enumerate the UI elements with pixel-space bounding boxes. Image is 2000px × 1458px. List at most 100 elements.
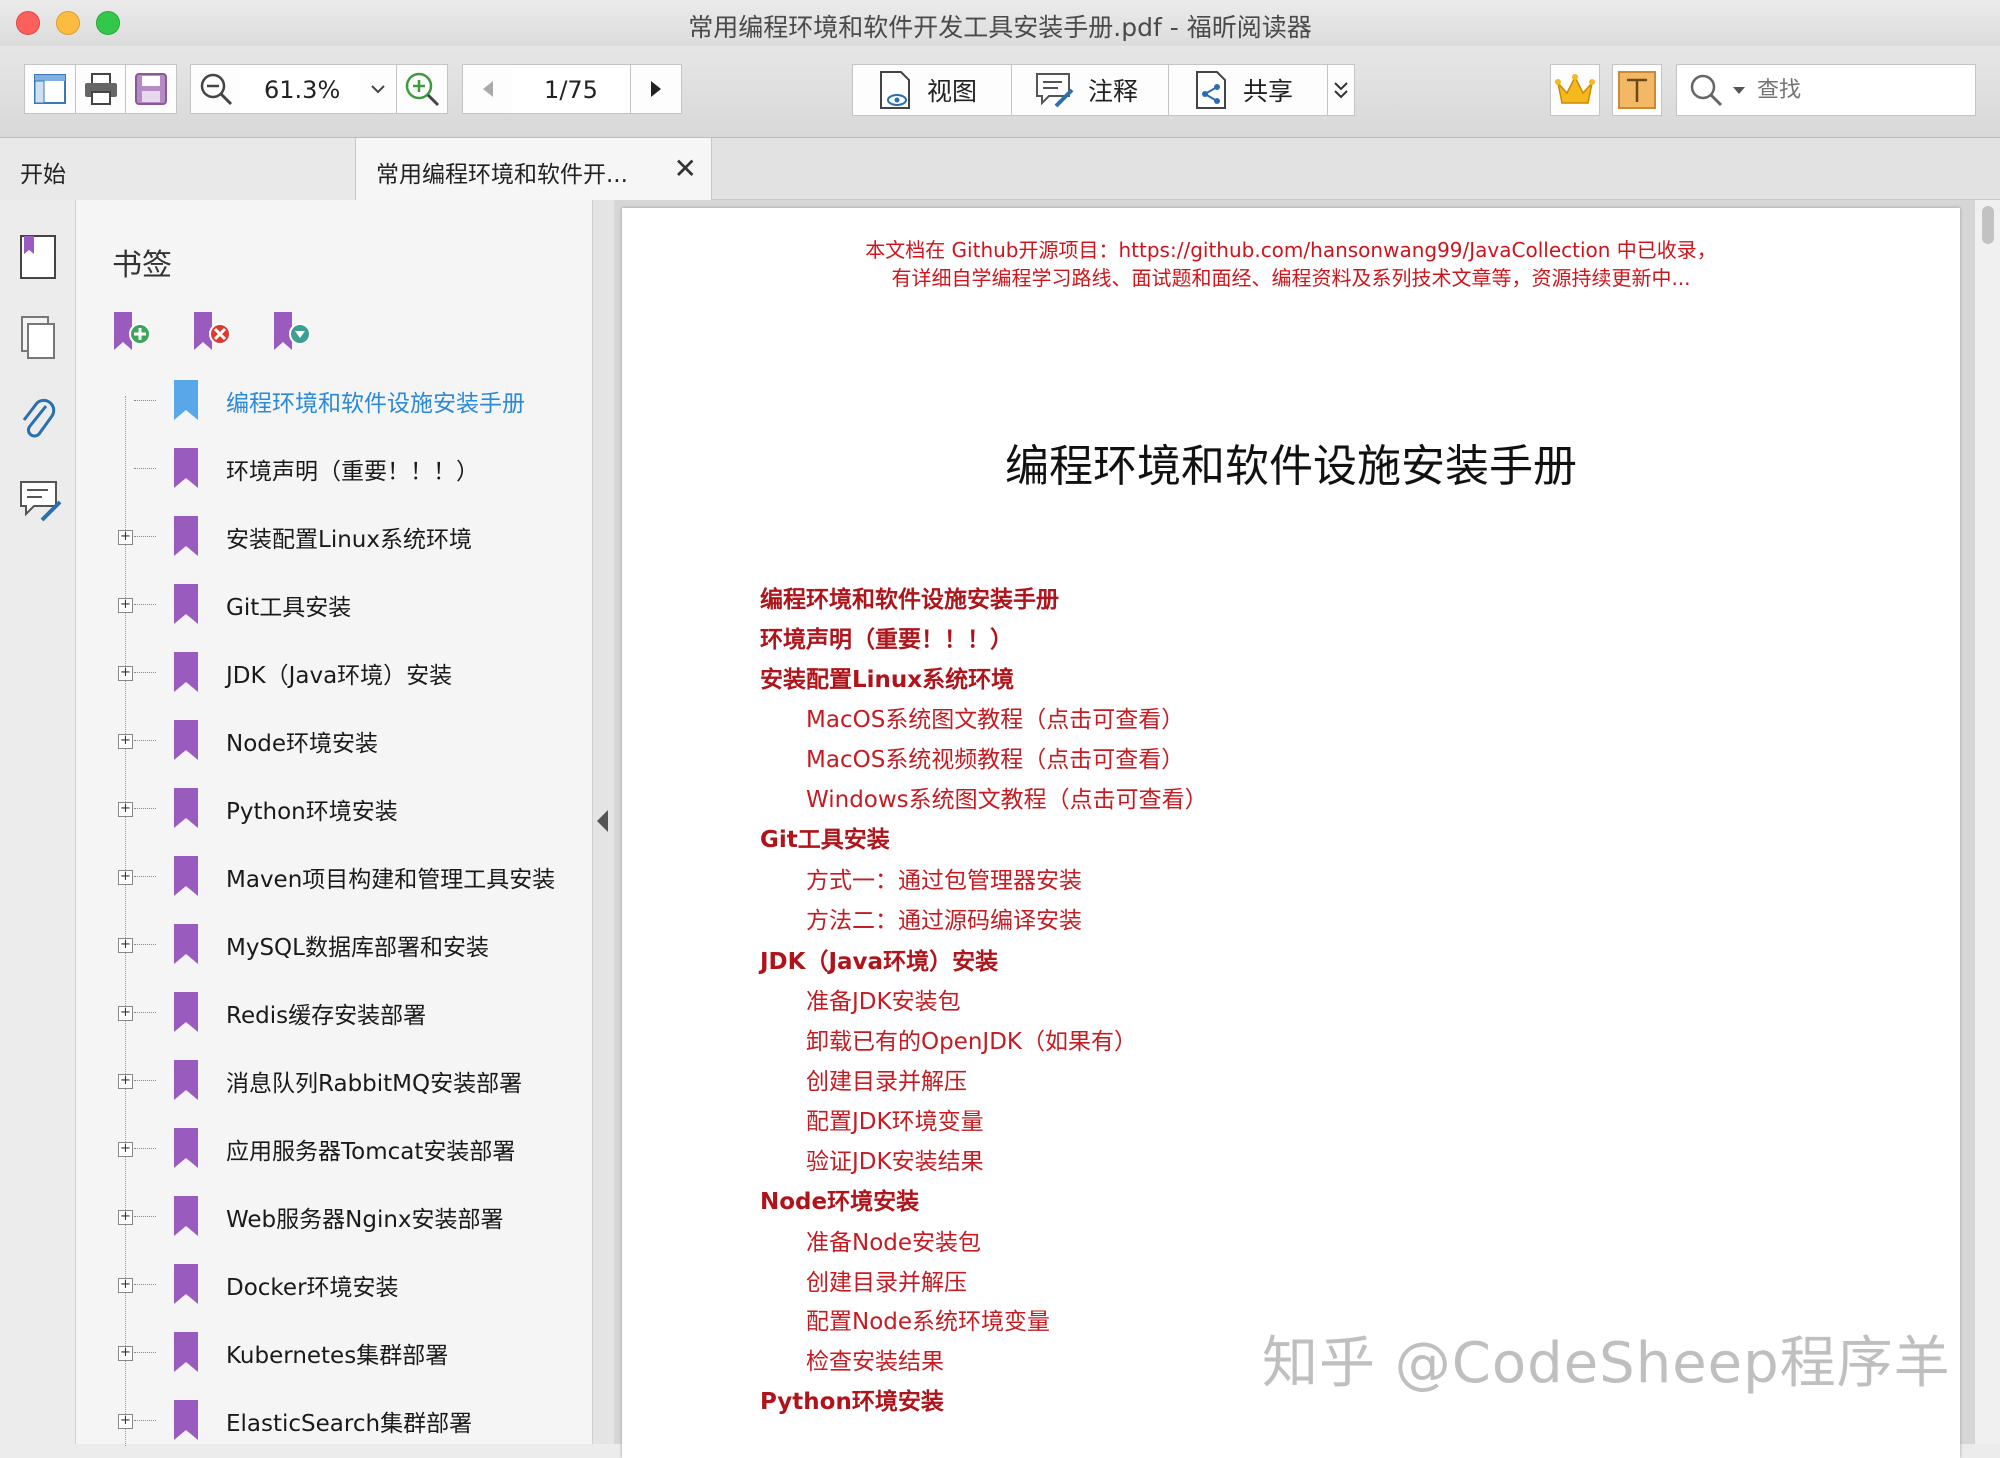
expand-node-button[interactable]: + [118, 938, 133, 953]
more-toolbar-button[interactable] [1327, 64, 1355, 116]
expand-node-button[interactable]: + [118, 1278, 133, 1293]
bookmark-item[interactable]: 编程环境和软件设施安装手册 [76, 366, 592, 434]
toc-link[interactable]: 创建目录并解压 [806, 1263, 967, 1297]
expand-node-button[interactable]: + [118, 870, 133, 885]
save-button[interactable] [125, 64, 177, 114]
bookmark-item[interactable]: 环境声明（重要！！！） [76, 434, 592, 502]
expand-node-button[interactable]: + [118, 1210, 133, 1225]
expand-node-button[interactable]: + [118, 734, 133, 749]
collapse-panel-icon[interactable] [597, 810, 608, 832]
comments-panel-button[interactable] [18, 478, 62, 534]
tab-start[interactable]: 开始 [0, 138, 356, 200]
expand-node-button[interactable]: + [118, 598, 133, 613]
bookmark-icon [174, 584, 198, 624]
expand-node-button[interactable]: + [118, 1142, 133, 1157]
add-bookmark-button[interactable] [112, 310, 156, 356]
toc-link[interactable]: MacOS系统视频教程（点击可查看） [806, 740, 1184, 774]
annotate-menu-button[interactable]: 注释 [1011, 64, 1169, 116]
tab-bar: 开始 常用编程环境和软件开... ✕ [0, 138, 2000, 200]
search-field[interactable] [1676, 64, 1976, 116]
window-title: 常用编程环境和软件开发工具安装手册.pdf - 福昕阅读器 [688, 13, 1312, 42]
panel-splitter[interactable] [592, 200, 614, 1444]
pdf-page: 本文档在 Github开源项目：https://github.com/hanso… [622, 208, 1960, 1458]
bookmark-item[interactable]: + Maven项目构建和管理工具安装 [76, 842, 592, 910]
toc-link[interactable]: MacOS系统图文教程（点击可查看） [806, 700, 1184, 734]
expand-node-button[interactable]: + [118, 1006, 133, 1021]
search-input[interactable] [1757, 77, 1937, 103]
toc-link[interactable]: 环境声明（重要！！！） [760, 620, 1013, 654]
bookmark-label: Web服务器Nginx安装部署 [226, 1207, 504, 1233]
expand-node-button[interactable]: + [118, 666, 133, 681]
layout-button[interactable] [24, 64, 76, 114]
bookmark-item[interactable]: + JDK（Java环境）安装 [76, 638, 592, 706]
toc-link[interactable]: 方式一：通过包管理器安装 [806, 861, 1082, 895]
next-page-button[interactable] [630, 64, 682, 114]
page-number-field[interactable]: 1/75 [512, 64, 630, 114]
bookmarks-panel-title: 书签 [112, 248, 172, 283]
toc-link[interactable]: 配置JDK环境变量 [806, 1102, 984, 1136]
bookmarks-panel-button[interactable] [18, 232, 62, 288]
toc-link[interactable]: Windows系统图文教程（点击可查看） [806, 780, 1208, 814]
bookmark-item[interactable]: + Docker环境安装 [76, 1250, 592, 1318]
zoom-in-button[interactable] [396, 64, 448, 114]
bookmark-item[interactable]: + Kubernetes集群部署 [76, 1318, 592, 1386]
bookmark-item[interactable]: + 安装配置Linux系统环境 [76, 502, 592, 570]
toc-link[interactable]: 准备Node安装包 [806, 1223, 981, 1257]
toc-link[interactable]: 创建目录并解压 [806, 1062, 967, 1096]
bookmark-item[interactable]: + 消息队列RabbitMQ安装部署 [76, 1046, 592, 1114]
bookmark-item[interactable]: + Redis缓存安装部署 [76, 978, 592, 1046]
previous-page-button[interactable] [462, 64, 514, 114]
expand-node-button[interactable]: + [118, 530, 133, 545]
toc-link[interactable]: Git工具安装 [760, 820, 890, 854]
expand-node-button[interactable]: + [118, 1346, 133, 1361]
bookmark-label: Node环境安装 [226, 731, 379, 757]
tab-document[interactable]: 常用编程环境和软件开... ✕ [356, 138, 712, 200]
zoom-out-button[interactable] [190, 64, 242, 114]
bookmark-item[interactable]: + Git工具安装 [76, 570, 592, 638]
close-tab-icon[interactable]: ✕ [674, 152, 697, 185]
share-menu-button[interactable]: 共享 [1168, 64, 1328, 116]
tree-connector [134, 1284, 156, 1285]
toc-link[interactable]: 方法二：通过源码编译安装 [806, 901, 1082, 935]
toc-link[interactable]: 安装配置Linux系统环境 [760, 660, 1014, 694]
bookmark-item[interactable]: + MySQL数据库部署和安装 [76, 910, 592, 978]
bookmark-item[interactable]: + Node环境安装 [76, 706, 592, 774]
bookmark-options-button[interactable] [272, 310, 316, 356]
bookmark-label: Python环境安装 [226, 799, 398, 825]
view-page-icon [880, 71, 910, 109]
attachments-panel-button[interactable] [18, 396, 62, 452]
crown-icon [1555, 74, 1595, 104]
expand-node-button[interactable]: + [118, 1074, 133, 1089]
expand-node-button[interactable]: + [118, 1414, 133, 1429]
expand-node-button[interactable]: + [118, 802, 133, 817]
bookmark-item[interactable]: + Python环境安装 [76, 774, 592, 842]
toc-link[interactable]: Python环境安装 [760, 1382, 944, 1416]
document-viewport[interactable]: 本文档在 Github开源项目：https://github.com/hanso… [614, 200, 1974, 1458]
scrollbar-thumb[interactable] [1982, 206, 1994, 244]
typewriter-button[interactable] [1612, 64, 1662, 116]
bookmark-item[interactable]: + Web服务器Nginx安装部署 [76, 1182, 592, 1250]
caret-down-icon[interactable] [1731, 84, 1747, 96]
toc-link[interactable]: 配置Node系统环境变量 [806, 1302, 1050, 1336]
delete-bookmark-button[interactable] [192, 310, 236, 356]
toc-link[interactable]: Node环境安装 [760, 1182, 919, 1216]
thumbnails-panel-button[interactable] [18, 314, 62, 370]
zoom-in-icon [405, 72, 440, 107]
zoom-level-value: 61.3% [264, 76, 341, 104]
bookmark-label: 安装配置Linux系统环境 [226, 527, 472, 553]
toc-link[interactable]: 卸载已有的OpenJDK（如果有） [806, 1022, 1137, 1056]
toc-link[interactable]: 编程环境和软件设施安装手册 [760, 580, 1059, 614]
toc-link[interactable]: 验证JDK安装结果 [806, 1142, 984, 1176]
toc-link[interactable]: 准备JDK安装包 [806, 982, 961, 1016]
print-button[interactable] [75, 64, 126, 114]
document-title: 编程环境和软件设施安装手册 [1005, 441, 1577, 492]
toc-link[interactable]: JDK（Java环境）安装 [760, 942, 998, 976]
toc-link[interactable]: 检查安装结果 [806, 1342, 944, 1376]
view-menu-button[interactable]: 视图 [852, 64, 1012, 116]
bookmark-item[interactable]: + 应用服务器Tomcat安装部署 [76, 1114, 592, 1182]
bookmark-icon [174, 652, 198, 692]
premium-button[interactable] [1550, 64, 1600, 116]
vertical-scrollbar[interactable] [1974, 200, 2000, 1444]
bookmark-icon [174, 1060, 198, 1100]
zoom-dropdown-button[interactable] [360, 64, 396, 114]
